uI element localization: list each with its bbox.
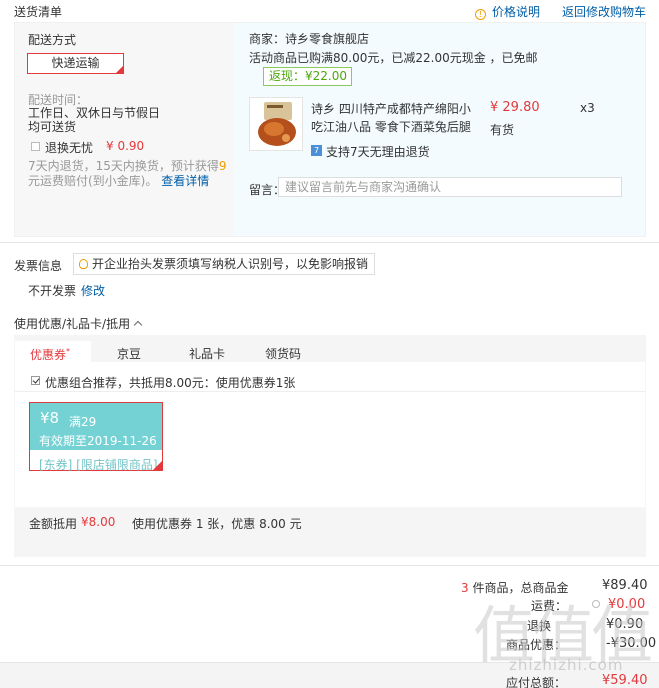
combo-recommend-label: 优惠组合推荐，共抵用8.00元：使用优惠券1张 <box>45 376 296 390</box>
coupon-amount: ¥8 <box>40 409 60 427</box>
coupon-section-toggle[interactable]: 使用优惠/礼品卡/抵用 <box>14 315 143 332</box>
note-input[interactable] <box>278 177 622 197</box>
back-to-cart-link[interactable]: 返回修改购物车 <box>562 3 646 20</box>
price-note-label: 价格说明 <box>492 5 541 19</box>
payable-label: 应付总额： <box>506 676 567 688</box>
combo-recommend-checkbox[interactable] <box>31 376 40 385</box>
return-insurance-price: ¥ 0.90 <box>106 139 145 153</box>
tab-coupon[interactable]: 优惠券* <box>15 341 91 362</box>
deduct-desc: 使用优惠券 1 张，优惠 8.00 元 <box>132 517 302 531</box>
tab-voucher-code[interactable]: 领货码 <box>265 345 301 362</box>
watermark-url: zhizhizhi.com <box>509 656 624 674</box>
section-title: 送货清单 <box>14 5 63 19</box>
return-insurance-desc: 元运费赔付(到小金库)。 查看详情 <box>28 174 210 188</box>
invoice-value: 不开发票 <box>28 284 77 298</box>
deduct-label: 金额抵用 <box>29 517 78 531</box>
info-icon: ! <box>475 9 486 20</box>
product-quantity: x3 <box>580 101 595 115</box>
divider <box>0 565 659 566</box>
divider <box>15 391 645 392</box>
express-shipping-label: 快递运输 <box>51 56 100 70</box>
product-price: ¥ 29.80 <box>490 100 540 115</box>
invoice-label: 发票信息 <box>14 259 63 273</box>
selected-corner-icon <box>152 461 162 471</box>
payable-value: ¥59.40 <box>602 673 648 688</box>
merchant-name: 商家：诗乡零食旗舰店 <box>249 32 370 46</box>
selected-corner-icon <box>116 66 123 73</box>
invoice-tip: 开企业抬头发票须填写纳税人识别号，以免影响报销 <box>73 253 375 275</box>
product-image[interactable] <box>249 97 303 151</box>
coupon-tags: [东券] [限店铺限商品] <box>39 458 158 472</box>
invoice-edit-link[interactable]: 修改 <box>81 282 105 299</box>
tab-gift-card[interactable]: 礼品卡 <box>189 345 225 362</box>
view-detail-link[interactable]: 查看详情 <box>161 174 209 188</box>
price-note-link[interactable]: ! 价格说明 <box>475 3 540 20</box>
chevron-up-icon <box>133 320 143 330</box>
product-stock-status: 有货 <box>490 123 515 137</box>
coupon-expiry: 有效期至2019-11-26 <box>39 434 157 448</box>
shipping-time-line: 均可送货 <box>28 120 77 134</box>
cashback-badge: 返现：¥22.00 <box>263 67 352 86</box>
divider <box>0 242 659 243</box>
return-insurance-label: 退换无忧 <box>45 141 94 155</box>
seven-day-return-label: 支持7天无理由退货 <box>326 145 430 159</box>
tab-jd-beans[interactable]: 京豆 <box>117 345 141 362</box>
return-insurance-checkbox[interactable] <box>31 142 40 151</box>
product-name[interactable]: 吃江油八品 零食下酒菜兔后腿 <box>311 118 471 135</box>
shipping-method-label: 配送方式 <box>28 33 77 47</box>
lightbulb-icon <box>79 259 88 269</box>
deduct-value: ¥8.00 <box>81 515 116 529</box>
coupon-condition: 满29 <box>69 415 97 429</box>
seven-day-return-icon: 7 <box>311 145 322 156</box>
express-shipping-button[interactable]: 快递运输 <box>27 53 124 74</box>
product-name[interactable]: 诗乡 四川特产成都特产绵阳小 <box>311 100 471 117</box>
promo-text: 活动商品已购满80.00元，已减22.00元现金 ，已免邮 <box>249 51 538 65</box>
